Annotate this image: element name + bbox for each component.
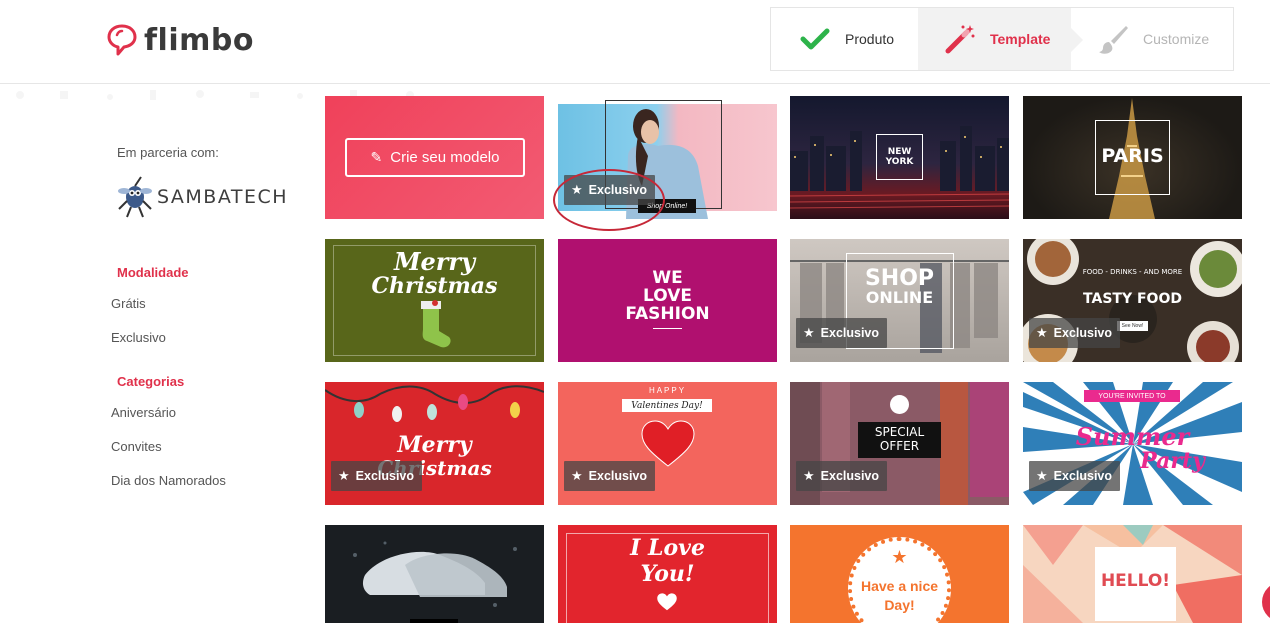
paris-title: PARIS xyxy=(1101,145,1164,167)
step-label: Customize xyxy=(1143,31,1210,47)
exclusive-badge: ★ Exclusivo xyxy=(1029,461,1121,491)
app-header: flimbo Produto Template Customize xyxy=(0,0,1270,84)
hello-title: HELLO! xyxy=(1100,571,1171,591)
mosquito-mascot-icon xyxy=(118,176,152,218)
new-york-line1: NEW xyxy=(887,147,912,157)
star-icon: ★ xyxy=(891,547,908,567)
valentines-title: Valentines Day! xyxy=(622,399,712,412)
summer-kicker: YOU'RE INVITED TO xyxy=(1084,390,1180,402)
step-template[interactable]: Template xyxy=(918,8,1083,70)
template-card-sneakers[interactable] xyxy=(325,525,544,623)
star-icon: ★ xyxy=(803,325,815,340)
tasty-title: TASTY FOOD xyxy=(1083,291,1182,307)
fashion-line2: LOVE xyxy=(643,286,692,306)
summer-line1: Summer xyxy=(1075,422,1190,451)
template-card-summer-party[interactable]: YOU'RE INVITED TO Summer Party ★ Exclusiv… xyxy=(1023,382,1242,505)
create-template-button[interactable]: ✎ Crie seu modelo xyxy=(345,138,525,177)
step-label: Template xyxy=(990,31,1051,47)
nice-line1: Have a nice xyxy=(860,578,939,594)
partner-name: SAMBATECH xyxy=(157,186,289,208)
dark-label-strip xyxy=(410,619,458,623)
fashion-line1: WE xyxy=(652,268,683,288)
template-card-tasty-food[interactable]: FOOD - DRINKS - AND MORE TASTY FOOD See … xyxy=(1023,239,1242,362)
merry-line1: Merry xyxy=(397,432,472,458)
template-card-we-love-fashion[interactable]: WE LOVE FASHION xyxy=(558,239,777,362)
love-line2: You! xyxy=(640,561,695,587)
create-template-label: Crie seu modelo xyxy=(390,149,500,166)
template-card-shop-online[interactable]: SHOP ONLINE ★ Exclusivo xyxy=(790,239,1009,362)
underline xyxy=(653,328,682,329)
love-line1: I Love xyxy=(630,535,705,561)
exclusive-badge: ★ Exclusivo xyxy=(331,461,423,491)
step-label: Produto xyxy=(845,31,895,47)
template-card-valentines[interactable]: HAPPY Valentines Day! ★ Exclusivo xyxy=(558,382,777,505)
tasty-kicker: FOOD - DRINKS - AND MORE xyxy=(1082,268,1183,276)
nice-line2: Day! xyxy=(884,597,915,613)
star-icon: ★ xyxy=(1036,468,1048,483)
shop-line2: ONLINE xyxy=(865,288,934,307)
valentines-kicker: HAPPY xyxy=(648,386,687,395)
exclusive-badge: ★ Exclusivo xyxy=(564,175,656,205)
exclusive-badge: ★ Exclusivo xyxy=(564,461,656,491)
modalidade-heading: Modalidade xyxy=(117,265,189,280)
filter-aniversario[interactable]: Aniversário xyxy=(111,405,176,420)
see-now-button: See Now! xyxy=(1117,321,1148,331)
new-york-line2: YORK xyxy=(885,157,914,167)
merry-line2: Christmas xyxy=(371,273,498,299)
offer-line1: SPECIAL xyxy=(874,425,925,439)
pencil-icon: ✎ xyxy=(370,149,383,165)
star-icon: ★ xyxy=(571,468,583,483)
filter-dia-dos-namorados[interactable]: Dia dos Namorados xyxy=(111,473,226,488)
offer-line2: OFFER xyxy=(879,439,920,453)
template-card-woman[interactable]: Shop Online! ★ Exclusivo xyxy=(558,96,777,219)
filter-exclusivo[interactable]: Exclusivo xyxy=(111,330,166,345)
star-icon: ★ xyxy=(1036,325,1048,340)
speech-bubble-icon xyxy=(107,24,137,56)
template-card-merry-christmas-red[interactable]: Merry Christmas ★ Exclusivo xyxy=(325,382,544,505)
exclusive-badge: ★ Exclusivo xyxy=(1029,318,1121,348)
template-card-paris[interactable]: PARIS xyxy=(1023,96,1242,219)
template-card-i-love-you[interactable]: I Love You! xyxy=(558,525,777,623)
floating-action-button[interactable] xyxy=(1262,582,1270,622)
stocking-icon xyxy=(421,300,451,348)
paintbrush-icon xyxy=(1097,23,1129,55)
step-produto[interactable]: Produto xyxy=(771,8,918,70)
partner-label: Em parceria com: xyxy=(117,145,219,160)
partner-logo: SAMBATECH xyxy=(117,175,288,219)
merry-line1: Merry xyxy=(393,247,476,276)
exclusive-badge: ★ Exclusivo xyxy=(796,461,888,491)
filter-convites[interactable]: Convites xyxy=(111,439,162,454)
template-card-special-offer[interactable]: SPECIAL OFFER ★ Exclusivo xyxy=(790,382,1009,505)
brand-name: flimbo xyxy=(144,22,254,58)
step-customize[interactable]: Customize xyxy=(1071,8,1233,70)
categorias-heading: Categorias xyxy=(117,374,185,389)
template-card-new-york[interactable]: NEW YORK xyxy=(790,96,1009,219)
flimbo-logo[interactable]: flimbo xyxy=(106,20,254,60)
template-card-merry-christmas-green[interactable]: Merry Christmas xyxy=(325,239,544,362)
filter-sidebar: Em parceria com: SAMBATECH Modalidade Gr… xyxy=(0,85,300,623)
small-heart-icon xyxy=(657,593,677,611)
star-icon: ★ xyxy=(803,468,815,483)
magic-wand-icon xyxy=(944,23,976,55)
template-card-have-a-nice-day[interactable]: ★ Have a nice Day! xyxy=(790,525,1009,623)
check-icon xyxy=(799,23,831,55)
star-icon: ★ xyxy=(571,182,583,197)
template-card-hello[interactable]: HELLO! xyxy=(1023,525,1242,623)
fashion-line3: FASHION xyxy=(625,304,710,324)
exclusive-badge: ★ Exclusivo xyxy=(796,318,888,348)
sneakers-photo xyxy=(353,541,517,607)
step-progress: Produto Template Customize xyxy=(770,7,1234,71)
filter-gratis[interactable]: Grátis xyxy=(111,296,146,311)
white-dot xyxy=(890,395,909,414)
star-icon: ★ xyxy=(338,468,350,483)
create-template-card[interactable]: ✎ Crie seu modelo xyxy=(325,96,544,219)
